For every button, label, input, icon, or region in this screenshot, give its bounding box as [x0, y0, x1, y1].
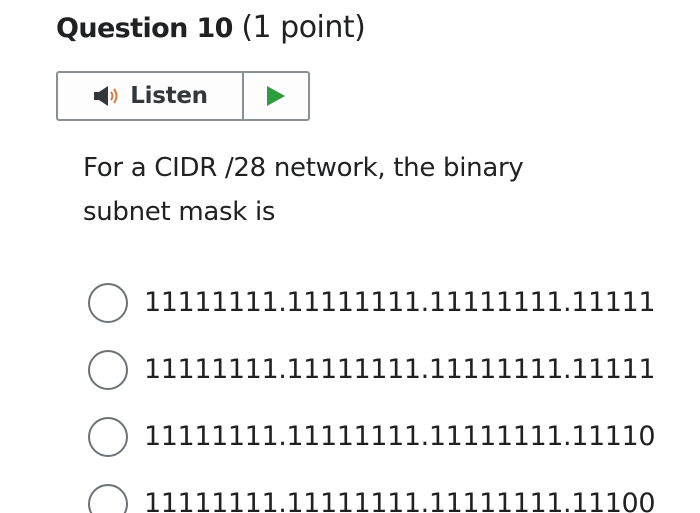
answer-option[interactable]: 11111111.11111111.11111111.11110	[88, 403, 700, 470]
question-title: Question 10	[56, 13, 233, 44]
question-text: For a CIDR /28 network, the binary subne…	[83, 153, 524, 227]
listen-widget: Listen	[56, 71, 310, 121]
option-label: 11111111.11111111.11111111.11111	[144, 354, 656, 385]
option-label: 11111111.11111111.11111111.11111	[144, 287, 656, 318]
radio-button[interactable]	[88, 483, 128, 513]
radio-button[interactable]	[88, 416, 128, 457]
listen-label: Listen	[130, 83, 208, 109]
play-button[interactable]	[244, 73, 308, 119]
listen-button[interactable]: Listen	[58, 73, 244, 119]
question-points: (1 point)	[241, 10, 366, 45]
question-header: Question 10 (1 point)	[56, 10, 366, 45]
radio-button[interactable]	[88, 349, 128, 390]
play-icon	[267, 86, 285, 106]
answer-option[interactable]: 11111111.11111111.11111111.11111	[88, 336, 700, 403]
radio-button[interactable]	[88, 282, 128, 323]
answer-option[interactable]: 11111111.11111111.11111111.11111	[88, 269, 700, 336]
option-label: 11111111.11111111.11111111.11110	[144, 421, 656, 452]
answer-option[interactable]: 11111111.11111111.11111111.11100	[88, 470, 700, 513]
option-label: 11111111.11111111.11111111.11100	[144, 488, 656, 513]
answer-options: 11111111.11111111.11111111.11111 1111111…	[88, 269, 700, 513]
speaker-icon	[92, 84, 124, 108]
